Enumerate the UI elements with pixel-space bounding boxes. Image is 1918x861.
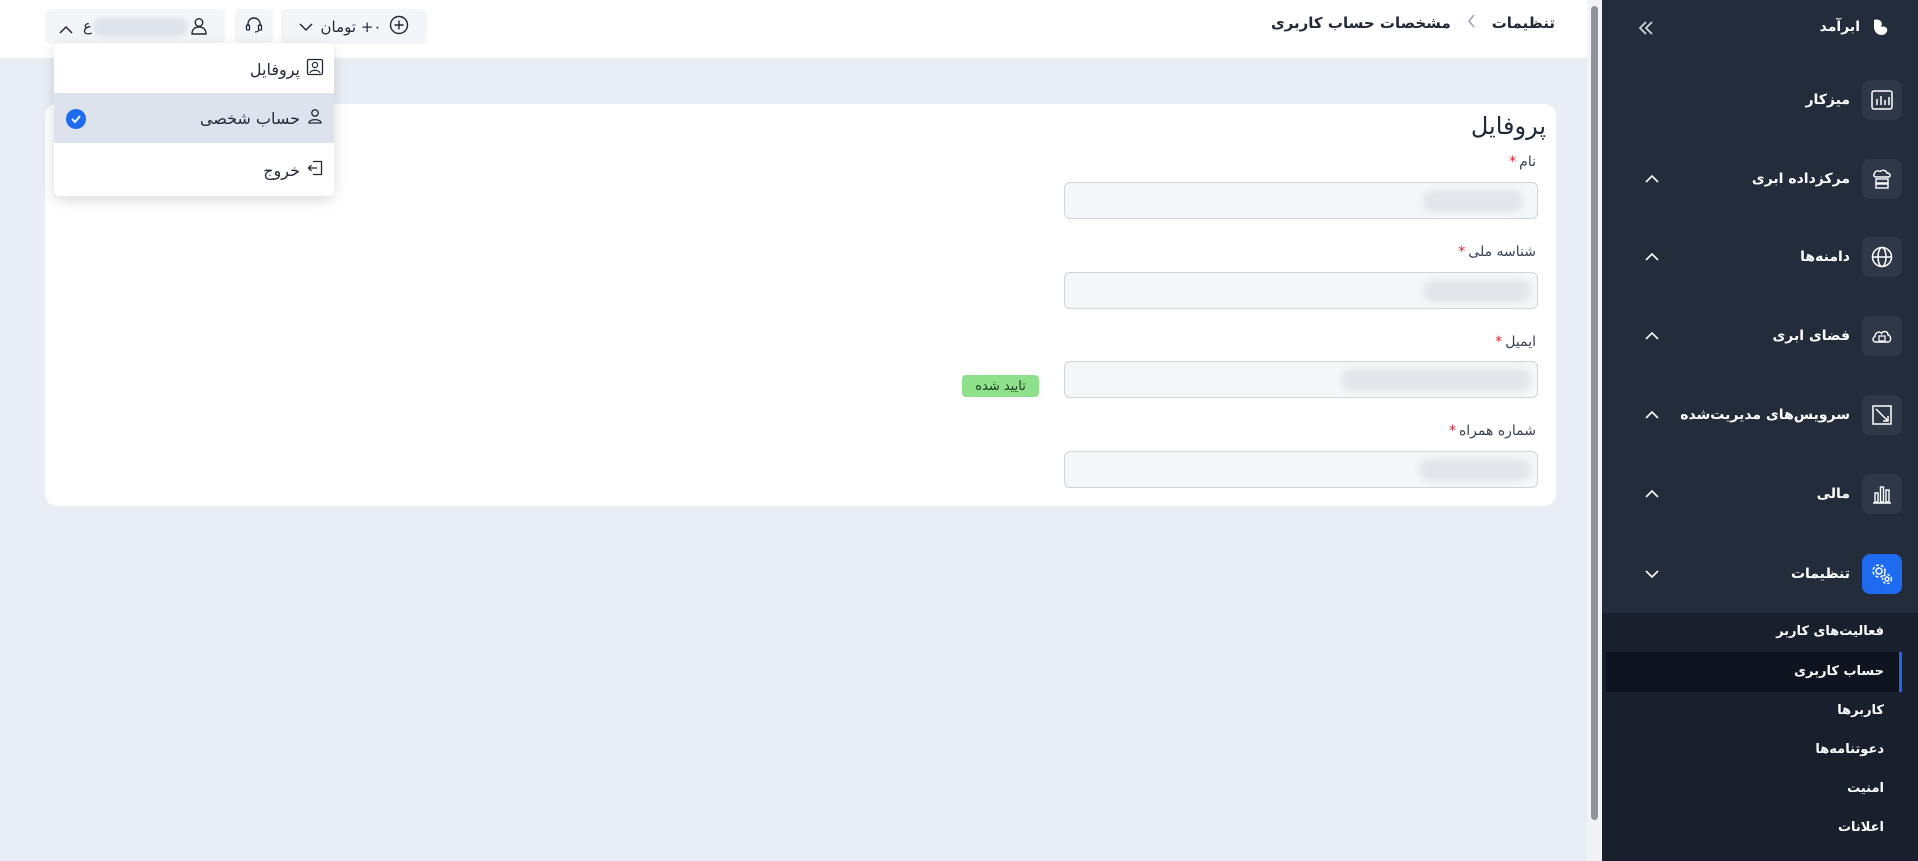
breadcrumb-settings[interactable]: تنظیمات <box>1492 14 1555 32</box>
cloud-storage-icon <box>1862 316 1902 356</box>
redacted-value <box>1341 369 1531 391</box>
sidebar-item-domains[interactable]: دامنه‌ها <box>1622 235 1902 279</box>
sidebar-item-settings[interactable]: تنظیمات <box>1622 552 1902 596</box>
headset-icon <box>244 15 264 39</box>
submenu-item-user-activities[interactable]: فعالیت‌های کاربر <box>1776 616 1884 646</box>
breadcrumb: تنظیمات مشخصات حساب کاربری <box>1271 14 1555 32</box>
sidebar-item-managed-services[interactable]: سرویس‌های مدیریت‌شده <box>1622 393 1902 437</box>
required-asterisk: * <box>1458 244 1466 260</box>
profile-card-icon <box>306 58 324 80</box>
menu-item-personal-account[interactable]: حساب شخصی <box>54 93 334 143</box>
sidebar-item-finance[interactable]: مالی <box>1622 472 1902 516</box>
brand-logo-icon <box>1868 14 1894 40</box>
person-icon <box>306 107 324 129</box>
submenu-item-invitations[interactable]: دعوتنامه‌ها <box>1815 734 1884 764</box>
redacted-value <box>1423 190 1523 212</box>
required-asterisk: * <box>1448 423 1456 439</box>
menu-item-label: حساب شخصی <box>199 108 300 128</box>
email-label-text: ایمیل <box>1505 334 1536 350</box>
sidebar-item-cloud-datacenter[interactable]: مرکزداده ابری <box>1622 157 1902 201</box>
gear-icon <box>1862 554 1902 594</box>
required-asterisk: * <box>1495 334 1503 350</box>
email-field[interactable] <box>1064 361 1538 398</box>
sidebar: ابرآمد میزکار مرکزداده ابری دامنه‌ها فضا… <box>1602 0 1918 861</box>
chevron-down-icon <box>299 18 313 36</box>
menu-item-profile[interactable]: پروفایل <box>54 44 334 94</box>
chevron-up-icon[interactable] <box>1644 328 1660 344</box>
submenu-item-notifications[interactable]: اعلانات <box>1838 812 1884 842</box>
sidebar-item-label: مالی <box>1816 486 1850 502</box>
main-scrollbar-thumb[interactable] <box>1591 6 1598 820</box>
menu-item-label: پروفایل <box>249 59 300 79</box>
finance-chart-icon <box>1862 474 1902 514</box>
submenu-item-user-account[interactable]: حساب کاربری <box>1794 656 1884 686</box>
national-id-field[interactable] <box>1064 272 1538 309</box>
dashboard-icon <box>1862 80 1902 120</box>
redacted-value <box>1419 459 1531 481</box>
user-name: ع <box>83 17 92 35</box>
brand-name: ابرآمد <box>1819 19 1860 35</box>
globe-icon <box>1862 237 1902 277</box>
mobile-field[interactable] <box>1064 451 1538 488</box>
submenu-item-users[interactable]: کاربرها <box>1837 695 1884 725</box>
sidebar-item-label: میزکار <box>1805 92 1850 108</box>
user-icon <box>189 16 209 40</box>
balance-button[interactable]: ۰+ تومان <box>281 9 427 44</box>
national-id-label: شناسه ملی* <box>1458 244 1536 260</box>
chevron-up-icon[interactable] <box>1644 171 1660 187</box>
brand[interactable]: ابرآمد <box>1820 12 1894 42</box>
user-dropdown-menu: پروفایل حساب شخصی خروج <box>54 43 334 196</box>
user-menu-button[interactable]: ع <box>45 9 225 44</box>
sidebar-item-label: تنظیمات <box>1790 566 1850 582</box>
sidebar-item-label: فضای ابری <box>1772 328 1850 344</box>
mobile-label-text: شماره همراه <box>1458 423 1536 439</box>
sidebar-item-cloud-space[interactable]: فضای ابری <box>1622 314 1902 358</box>
user-name-redacted <box>93 18 188 36</box>
chevron-down-icon[interactable] <box>1644 566 1660 582</box>
balance-value: ۰+ تومان <box>320 17 382 36</box>
sidebar-item-label: سرویس‌های مدیریت‌شده <box>1680 407 1850 423</box>
redacted-value <box>1423 280 1531 302</box>
chevron-up-icon <box>59 20 73 39</box>
national-id-label-text: شناسه ملی <box>1468 244 1536 260</box>
menu-item-logout[interactable]: خروج <box>54 145 334 195</box>
chevron-up-icon[interactable] <box>1644 249 1660 265</box>
name-field[interactable] <box>1064 182 1538 219</box>
mobile-label: شماره همراه* <box>1449 423 1536 439</box>
required-asterisk: * <box>1509 154 1517 170</box>
support-button[interactable] <box>235 9 273 44</box>
server-cloud-icon <box>1862 159 1902 199</box>
verified-badge: تایید شده <box>962 375 1039 397</box>
breadcrumb-current-page: مشخصات حساب کاربری <box>1270 14 1451 32</box>
email-label: ایمیل* <box>1495 334 1536 350</box>
check-circle-icon <box>66 109 86 129</box>
name-label: نام* <box>1509 154 1536 170</box>
name-label-text: نام <box>1519 154 1536 170</box>
chevron-up-icon[interactable] <box>1644 407 1660 423</box>
sidebar-item-label: مرکزداده ابری <box>1751 171 1850 187</box>
logout-icon <box>306 159 324 181</box>
breadcrumb-chevron-icon <box>1467 14 1476 32</box>
sidebar-item-label: دامنه‌ها <box>1800 249 1850 265</box>
chevron-up-icon[interactable] <box>1644 486 1660 502</box>
sidebar-item-dashboard[interactable]: میزکار <box>1622 78 1902 122</box>
add-credit-icon[interactable] <box>389 15 409 39</box>
submenu-item-security[interactable]: امنیت <box>1847 773 1884 803</box>
page-title: پروفایل <box>1470 112 1546 140</box>
managed-services-icon <box>1862 395 1902 435</box>
menu-item-label: خروج <box>263 160 300 180</box>
collapse-sidebar-icon[interactable] <box>1632 14 1660 42</box>
